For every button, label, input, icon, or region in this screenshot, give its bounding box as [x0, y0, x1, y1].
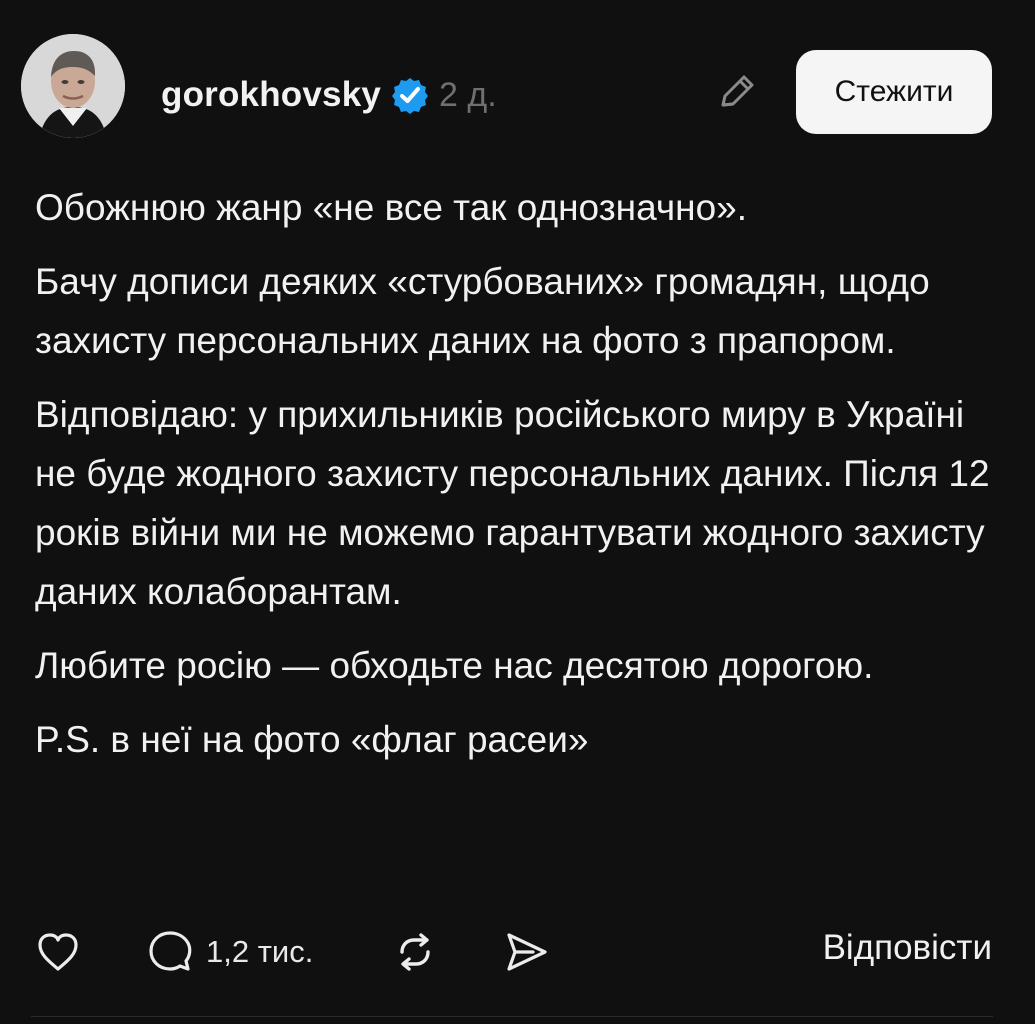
username[interactable]: gorokhovsky [161, 75, 381, 115]
post-time: 2 д. [439, 75, 497, 114]
verified-badge-icon [391, 76, 429, 114]
avatar[interactable] [21, 34, 125, 138]
comment-icon [146, 927, 196, 977]
follow-button[interactable]: Стежити [796, 50, 992, 134]
comment-button[interactable]: 1,2 тис. [146, 924, 313, 980]
reply-button[interactable]: Відповісти [823, 928, 992, 968]
post-actions: 1,2 тис. Відповісти [34, 924, 996, 984]
post-divider [31, 1016, 993, 1017]
post-paragraph: Відповідаю: у прихильників російського м… [35, 394, 990, 612]
send-icon [502, 927, 552, 977]
comment-count: 1,2 тис. [206, 934, 314, 969]
post-text: Обожнюю жанр «не все так однозначно». Ба… [35, 178, 995, 784]
repost-icon [390, 927, 440, 977]
heart-icon [34, 928, 82, 976]
share-button[interactable] [502, 924, 552, 980]
post-paragraph: Бачу дописи деяких «стурбованих» громадя… [35, 261, 930, 361]
pencil-icon[interactable] [715, 70, 759, 114]
thread-post: gorokhovsky 2 д. Стежити Обожнюю жанр «н… [0, 0, 1035, 1024]
post-paragraph: P.S. в неї на фото «флаг расеи» [35, 719, 589, 760]
like-button[interactable] [34, 924, 82, 980]
post-paragraph: Любите росію — обходьте нас десятою доро… [35, 645, 874, 686]
repost-button[interactable] [390, 924, 440, 980]
post-header: gorokhovsky 2 д. [161, 70, 497, 120]
post-paragraph: Обожнюю жанр «не все так однозначно». [35, 187, 748, 228]
